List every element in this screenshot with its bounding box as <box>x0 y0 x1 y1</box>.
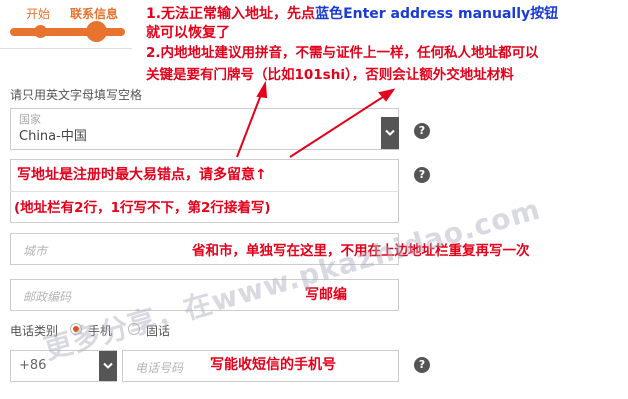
arrow-line-left <box>236 91 263 158</box>
arrow-head-left <box>256 80 268 99</box>
arrow-line-right <box>289 94 387 158</box>
